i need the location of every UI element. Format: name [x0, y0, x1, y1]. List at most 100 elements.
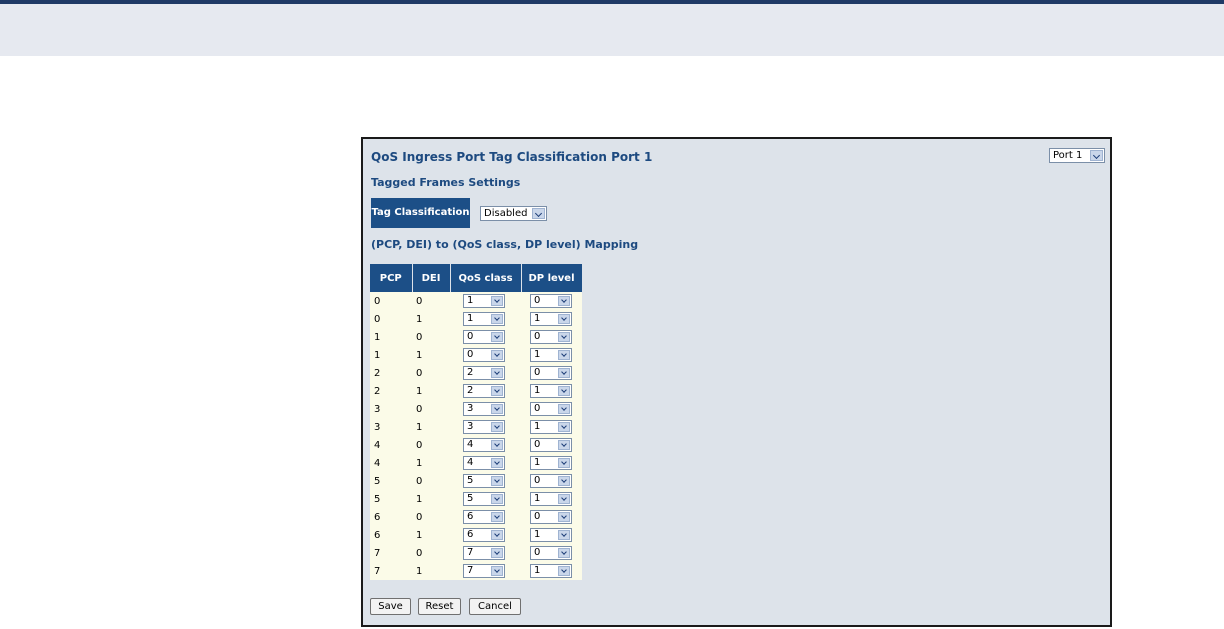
qos-class-value: 3: [467, 421, 474, 432]
dp-level-select[interactable]: 0: [530, 510, 572, 524]
qos-class-select[interactable]: 7: [463, 564, 505, 578]
dp-level-select[interactable]: 1: [530, 564, 572, 578]
dp-level-select[interactable]: 1: [530, 348, 572, 362]
qos-class-value: 2: [467, 367, 474, 378]
table-row: 3030: [370, 400, 582, 418]
table-row: 5151: [370, 490, 582, 508]
dp-cell: 0: [521, 472, 582, 490]
qos-class-select[interactable]: 0: [463, 348, 505, 362]
table-row: 5050: [370, 472, 582, 490]
table-row: 4040: [370, 436, 582, 454]
dp-level-value: 0: [534, 439, 541, 450]
dp-cell: 0: [521, 436, 582, 454]
chevron-down-icon: [491, 386, 503, 396]
qos-class-select[interactable]: 1: [463, 312, 505, 326]
dp-cell: 1: [521, 346, 582, 364]
qos-class-value: 3: [467, 403, 474, 414]
dp-cell: 1: [521, 562, 582, 580]
chevron-down-icon: [558, 512, 570, 522]
tag-classification-value: Disabled: [484, 208, 528, 219]
dp-level-value: 0: [534, 547, 541, 558]
header-band: [0, 4, 1224, 56]
dp-level-select[interactable]: 0: [530, 366, 572, 380]
dp-level-select[interactable]: 0: [530, 402, 572, 416]
dp-level-select[interactable]: 1: [530, 456, 572, 470]
qos-class-select[interactable]: 4: [463, 456, 505, 470]
qos-class-select[interactable]: 4: [463, 438, 505, 452]
qos-class-value: 7: [467, 565, 474, 576]
dp-cell: 1: [521, 382, 582, 400]
dp-level-select[interactable]: 1: [530, 312, 572, 326]
settings-panel: QoS Ingress Port Tag Classification Port…: [361, 137, 1112, 627]
dp-cell: 0: [521, 328, 582, 346]
qos-class-select[interactable]: 3: [463, 402, 505, 416]
qos-class-select[interactable]: 5: [463, 492, 505, 506]
chevron-down-icon: [491, 530, 503, 540]
qos-class-select[interactable]: 1: [463, 294, 505, 308]
dp-level-select[interactable]: 0: [530, 438, 572, 452]
qos-cell: 6: [450, 526, 521, 544]
qos-class-select[interactable]: 5: [463, 474, 505, 488]
dei-cell: 1: [412, 310, 450, 328]
dp-level-select[interactable]: 0: [530, 330, 572, 344]
dp-level-select[interactable]: 0: [530, 474, 572, 488]
dei-cell: 0: [412, 544, 450, 562]
qos-class-value: 2: [467, 385, 474, 396]
pcp-cell: 7: [370, 544, 412, 562]
tag-classification-select[interactable]: Disabled: [480, 206, 547, 221]
dei-cell: 0: [412, 508, 450, 526]
qos-cell: 6: [450, 508, 521, 526]
chevron-down-icon: [558, 530, 570, 540]
dp-level-select[interactable]: 1: [530, 420, 572, 434]
qos-class-value: 6: [467, 511, 474, 522]
dp-cell: 1: [521, 454, 582, 472]
save-button[interactable]: Save: [370, 598, 411, 615]
pcp-cell: 0: [370, 310, 412, 328]
col-qos-header: QoS class: [450, 264, 522, 292]
dp-cell: 1: [521, 310, 582, 328]
pcp-cell: 7: [370, 562, 412, 580]
col-pcp-header: PCP: [370, 264, 413, 292]
qos-cell: 3: [450, 418, 521, 436]
dp-level-select[interactable]: 1: [530, 384, 572, 398]
qos-class-select[interactable]: 2: [463, 384, 505, 398]
pcp-cell: 3: [370, 418, 412, 436]
qos-cell: 3: [450, 400, 521, 418]
dp-level-value: 0: [534, 403, 541, 414]
dp-level-select[interactable]: 0: [530, 546, 572, 560]
qos-class-select[interactable]: 2: [463, 366, 505, 380]
chevron-down-icon: [491, 476, 503, 486]
dp-level-value: 0: [534, 295, 541, 306]
chevron-down-icon: [491, 422, 503, 432]
dp-level-value: 1: [534, 349, 541, 360]
dei-cell: 1: [412, 526, 450, 544]
qos-class-select[interactable]: 7: [463, 546, 505, 560]
dp-level-select[interactable]: 1: [530, 492, 572, 506]
port-select[interactable]: Port 1: [1049, 148, 1105, 163]
pcp-cell: 2: [370, 382, 412, 400]
table-row: 7070: [370, 544, 582, 562]
pcp-cell: 6: [370, 508, 412, 526]
dp-level-value: 0: [534, 367, 541, 378]
dp-cell: 0: [521, 292, 582, 310]
dei-cell: 1: [412, 454, 450, 472]
chevron-down-icon: [558, 566, 570, 576]
qos-class-select[interactable]: 6: [463, 528, 505, 542]
qos-class-value: 4: [467, 439, 474, 450]
qos-cell: 2: [450, 364, 521, 382]
reset-button[interactable]: Reset: [418, 598, 461, 615]
table-row: 1101: [370, 346, 582, 364]
qos-class-select[interactable]: 6: [463, 510, 505, 524]
cancel-button[interactable]: Cancel: [469, 598, 521, 615]
chevron-down-icon: [558, 296, 570, 306]
page-title: QoS Ingress Port Tag Classification Port…: [371, 150, 653, 164]
chevron-down-icon: [558, 314, 570, 324]
table-row: 6060: [370, 508, 582, 526]
qos-class-value: 6: [467, 529, 474, 540]
dp-level-select[interactable]: 0: [530, 294, 572, 308]
dp-cell: 1: [521, 526, 582, 544]
dp-level-select[interactable]: 1: [530, 528, 572, 542]
chevron-down-icon: [558, 548, 570, 558]
qos-class-select[interactable]: 0: [463, 330, 505, 344]
qos-class-select[interactable]: 3: [463, 420, 505, 434]
